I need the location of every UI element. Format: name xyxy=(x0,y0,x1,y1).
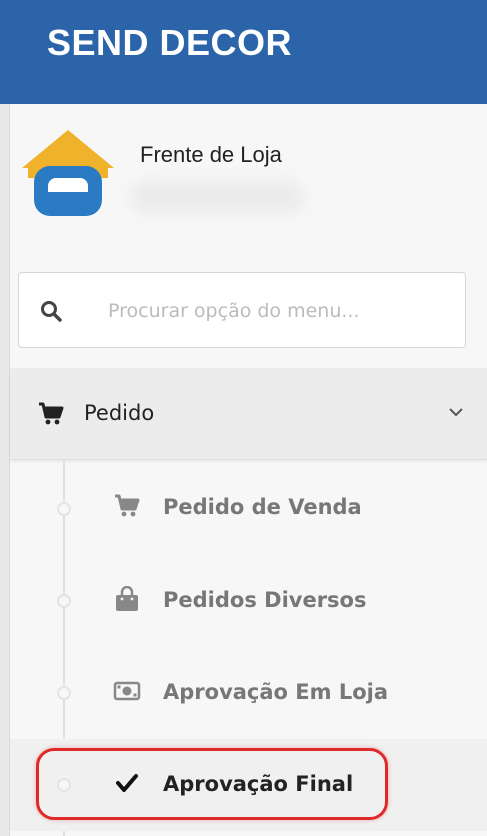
submenu-item-aprovacao-em-loja[interactable]: Aprovação Em Loja xyxy=(10,647,487,739)
shopping-cart-icon xyxy=(115,494,140,517)
search-icon xyxy=(41,301,62,322)
chevron-down-icon[interactable] xyxy=(447,403,465,421)
tree-node-dot xyxy=(57,594,71,608)
tree-node-dot xyxy=(57,502,71,516)
submenu-item-label: Pedido de Venda xyxy=(163,495,362,519)
submenu-item-pedido-de-venda[interactable]: Pedido de Venda xyxy=(10,462,487,554)
submenu-item-label: Aprovação Em Loja xyxy=(163,680,389,704)
submenu-item-label: Pedidos Diversos xyxy=(163,588,367,612)
tree-node-dot xyxy=(57,686,71,700)
blurred-user-info xyxy=(130,180,305,214)
money-bill-icon xyxy=(113,681,141,701)
highlight-annotation xyxy=(36,748,388,820)
shopping-cart-icon xyxy=(39,402,64,425)
menu-search-input[interactable] xyxy=(108,292,448,330)
shopping-bag-icon xyxy=(116,586,138,611)
sidebar-left-border xyxy=(0,104,10,836)
company-name: Frente de Loja xyxy=(140,142,282,167)
app-header: SEND DECOR xyxy=(0,0,487,104)
store-logo-icon xyxy=(22,130,114,216)
menu-group-pedido[interactable]: Pedido xyxy=(10,368,487,460)
submenu-item-pedidos-diversos[interactable]: Pedidos Diversos xyxy=(10,555,487,647)
brand-title[interactable]: SEND DECOR xyxy=(47,22,292,64)
menu-group-label: Pedido xyxy=(84,401,155,425)
